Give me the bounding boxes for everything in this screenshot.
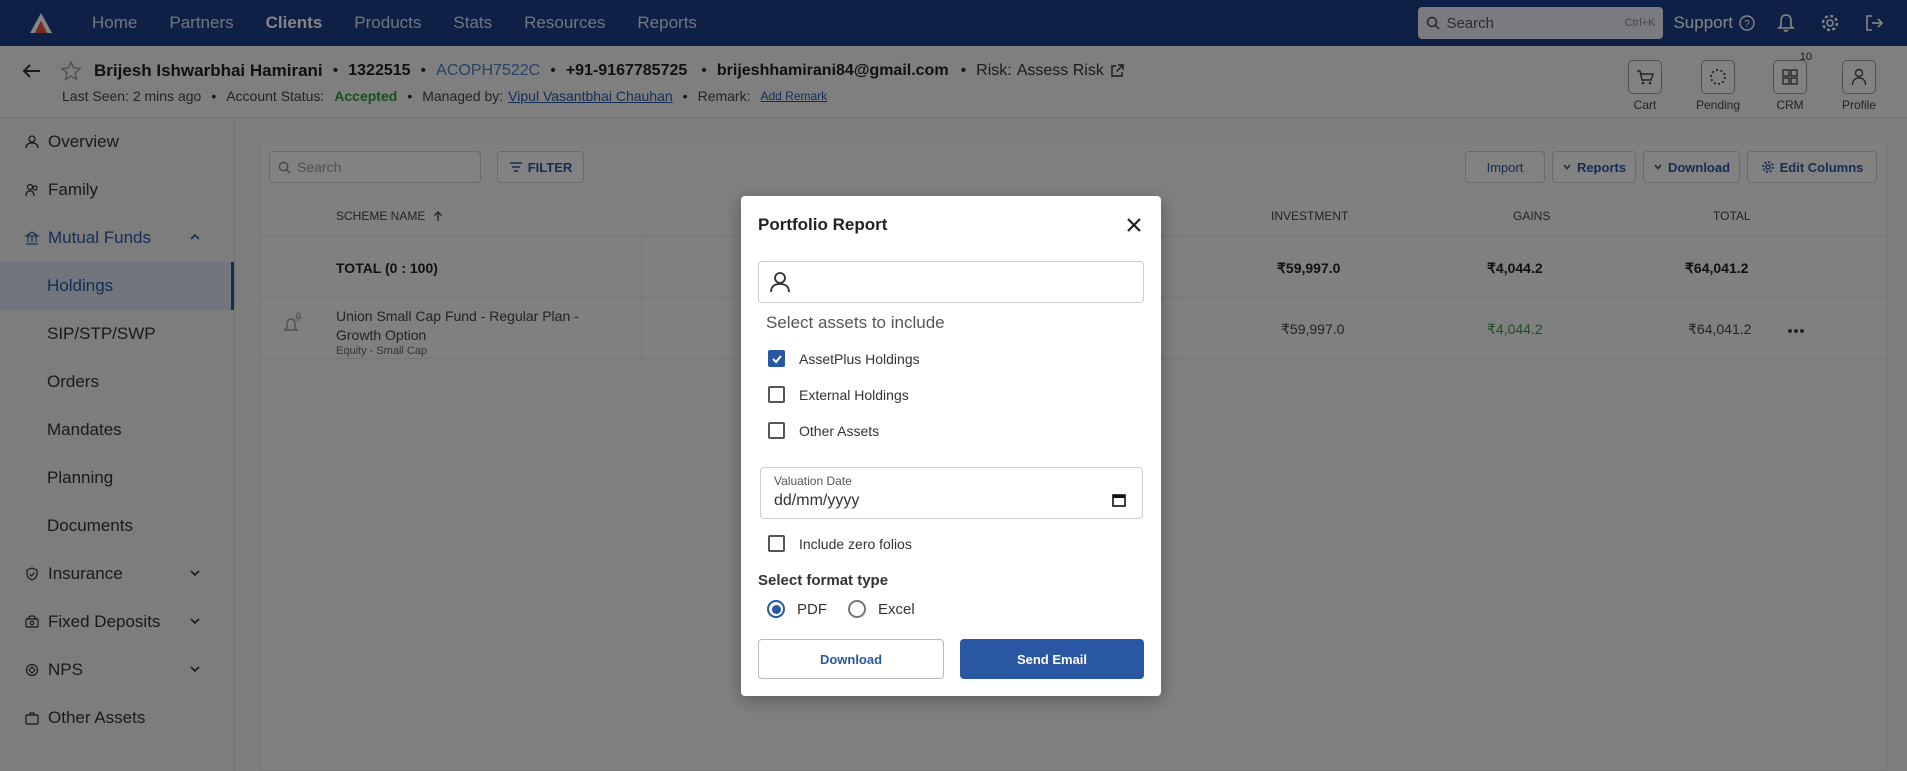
format-excel-option[interactable]: Excel bbox=[848, 600, 915, 618]
format-option-label: Excel bbox=[878, 600, 915, 618]
asset-option-other[interactable]: Other Assets bbox=[768, 422, 879, 439]
download-button[interactable]: Download bbox=[758, 639, 944, 679]
format-label: Select format type bbox=[758, 572, 889, 589]
asset-option-label: AssetPlus Holdings bbox=[799, 350, 920, 367]
portfolio-report-modal: Portfolio Report Select assets to includ… bbox=[741, 196, 1161, 696]
format-option-label: PDF bbox=[797, 600, 827, 618]
radio-selected[interactable] bbox=[767, 600, 785, 618]
calendar-icon[interactable] bbox=[1112, 493, 1126, 507]
user-icon bbox=[769, 271, 791, 293]
zero-folios-option[interactable]: Include zero folios bbox=[768, 535, 912, 552]
close-icon[interactable] bbox=[1125, 216, 1143, 234]
checkbox[interactable] bbox=[768, 386, 785, 403]
radio[interactable] bbox=[848, 600, 866, 618]
modal-title: Portfolio Report bbox=[758, 215, 888, 234]
asset-option-external[interactable]: External Holdings bbox=[768, 386, 909, 403]
checkbox[interactable] bbox=[768, 535, 785, 552]
asset-option-assetplus[interactable]: AssetPlus Holdings bbox=[768, 350, 920, 367]
assets-label: Select assets to include bbox=[766, 313, 945, 332]
valuation-date-input[interactable]: dd/mm/yyyy bbox=[774, 492, 859, 510]
asset-option-label: External Holdings bbox=[799, 386, 909, 403]
asset-option-label: Other Assets bbox=[799, 422, 880, 439]
zero-folios-label: Include zero folios bbox=[799, 535, 912, 552]
valuation-date-field[interactable]: Valuation Date dd/mm/yyyy bbox=[760, 467, 1143, 519]
send-email-button[interactable]: Send Email bbox=[960, 639, 1144, 679]
client-select-field[interactable] bbox=[758, 261, 1144, 303]
checkbox[interactable] bbox=[768, 422, 785, 439]
valuation-date-label: Valuation Date bbox=[774, 474, 852, 488]
format-pdf-option[interactable]: PDF bbox=[767, 600, 827, 618]
checkbox-checked[interactable] bbox=[768, 350, 785, 367]
